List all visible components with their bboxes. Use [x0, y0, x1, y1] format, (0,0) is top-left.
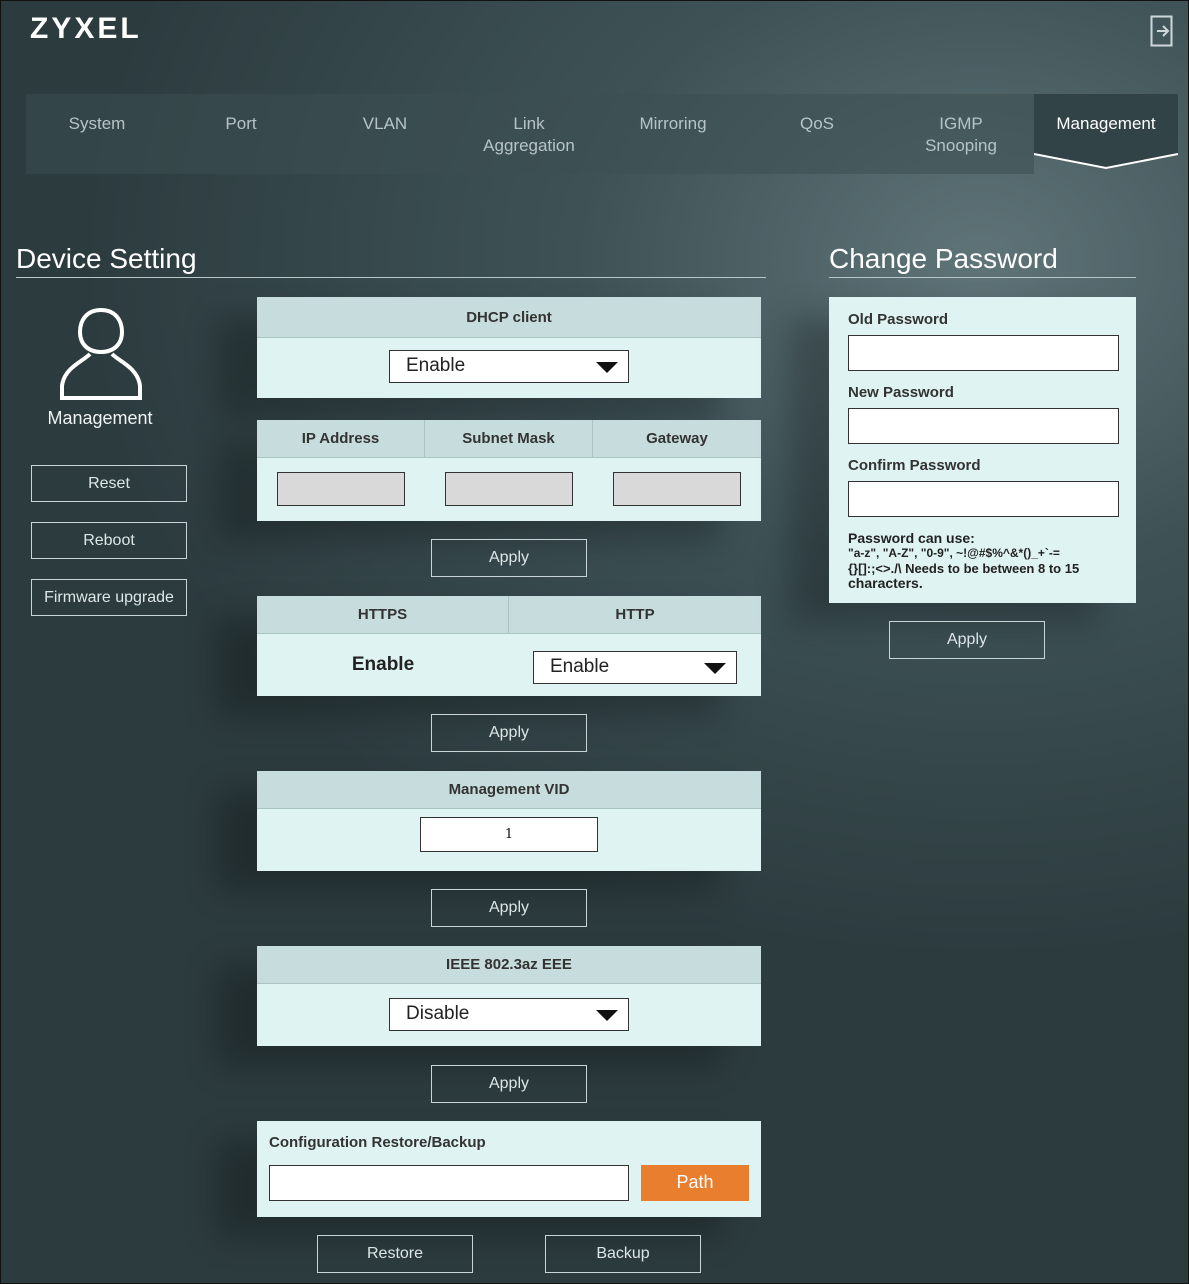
confirm-password-label: Confirm Password: [848, 457, 981, 474]
vid-input[interactable]: 1: [420, 817, 598, 852]
zyxel-logo: ZYXEL: [30, 12, 142, 45]
ip-address-header: IP Address: [257, 420, 425, 458]
tab-system[interactable]: System: [42, 113, 152, 135]
profile-label: Management: [47, 408, 153, 428]
tab-label: IGMP: [939, 114, 983, 133]
subnet-mask-header: Subnet Mask: [425, 420, 593, 458]
eee-apply-button[interactable]: Apply: [431, 1065, 587, 1103]
ip-apply-button[interactable]: Apply: [431, 539, 587, 577]
user-icon: [56, 306, 146, 402]
restore-button[interactable]: Restore: [317, 1235, 473, 1273]
http-header: HTTP: [509, 596, 761, 634]
tab-label: Snooping: [925, 136, 997, 155]
hint-title: Password can use:: [848, 530, 975, 546]
logout-icon[interactable]: [1150, 15, 1174, 47]
tab-management[interactable]: Management: [1044, 113, 1168, 135]
tab-igmp-snooping[interactable]: IGMP Snooping: [906, 113, 1016, 157]
subnet-mask-input[interactable]: [445, 472, 573, 506]
dhcp-select[interactable]: Enable: [389, 350, 629, 383]
protocol-apply-button[interactable]: Apply: [431, 714, 587, 752]
hint-line: {}[]:;<>./\ Needs to be between 8 to 15: [848, 561, 1080, 576]
old-password-input[interactable]: [848, 335, 1119, 371]
tab-link-aggregation[interactable]: Link Aggregation: [474, 113, 584, 157]
hint-line: "a-z", "A-Z", "0-9", ~!@#$%^&*()_+`-=: [848, 546, 1060, 560]
http-value: Enable: [550, 656, 610, 677]
dhcp-panel: DHCP client Enable: [257, 297, 761, 398]
ip-panel: IP Address Subnet Mask Gateway: [257, 420, 761, 521]
confirm-password-input[interactable]: [848, 481, 1119, 517]
tab-label: Link: [513, 114, 545, 133]
section-divider: [16, 277, 766, 278]
config-path-input[interactable]: [269, 1165, 629, 1201]
eee-panel: IEEE 802.3az EEE Disable: [257, 946, 761, 1046]
tab-mirroring[interactable]: Mirroring: [618, 113, 728, 135]
ip-address-input[interactable]: [277, 472, 405, 506]
firmware-upgrade-button[interactable]: Firmware upgrade: [31, 579, 187, 616]
chevron-down-icon: [704, 663, 726, 674]
change-password-title: Change Password: [829, 243, 1058, 274]
tab-port[interactable]: Port: [186, 113, 296, 135]
password-apply-button[interactable]: Apply: [889, 621, 1045, 659]
config-title: Configuration Restore/Backup: [269, 1134, 486, 1151]
hint-line: characters.: [848, 575, 923, 591]
chevron-down-icon: [596, 1010, 618, 1021]
tab-label: Aggregation: [483, 136, 575, 155]
reset-button[interactable]: Reset: [31, 465, 187, 502]
protocol-panel: HTTPS HTTP Enable Enable: [257, 596, 761, 696]
gateway-header: Gateway: [593, 420, 761, 458]
old-password-label: Old Password: [848, 311, 949, 328]
eee-header: IEEE 802.3az EEE: [257, 946, 761, 984]
path-button[interactable]: Path: [641, 1165, 749, 1201]
backup-button[interactable]: Backup: [545, 1235, 701, 1273]
dhcp-value: Enable: [406, 355, 466, 376]
eee-value: Disable: [406, 1003, 470, 1024]
https-value: Enable: [351, 654, 415, 675]
vid-apply-button[interactable]: Apply: [431, 889, 587, 927]
new-password-label: New Password: [848, 384, 954, 401]
https-header: HTTPS: [257, 596, 509, 634]
tab-qos[interactable]: QoS: [762, 113, 872, 135]
reboot-button[interactable]: Reboot: [31, 522, 187, 559]
new-password-input[interactable]: [848, 408, 1119, 444]
tab-vlan[interactable]: VLAN: [330, 113, 440, 135]
vid-panel: Management VID 1: [257, 771, 761, 871]
config-panel: Configuration Restore/Backup Path: [257, 1121, 761, 1217]
vid-header: Management VID: [257, 771, 761, 809]
password-panel: Old Password New Password Confirm Passwo…: [829, 297, 1136, 603]
eee-select[interactable]: Disable: [389, 998, 629, 1031]
chevron-down-icon: [596, 362, 618, 373]
http-select[interactable]: Enable: [533, 651, 737, 684]
section-divider: [829, 277, 1136, 278]
device-setting-title: Device Setting: [16, 243, 197, 274]
gateway-input[interactable]: [613, 472, 741, 506]
dhcp-header: DHCP client: [257, 297, 761, 338]
password-hint: Password can use: "a-z", "A-Z", "0-9", ~…: [848, 531, 1136, 591]
